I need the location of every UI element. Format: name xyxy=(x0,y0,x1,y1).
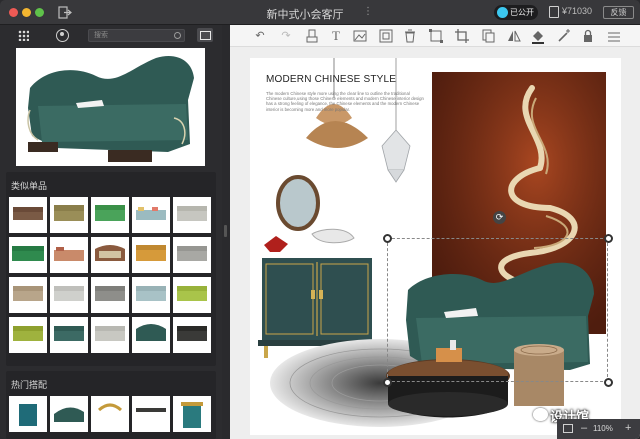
similar-items-panel: 类似单品 xyxy=(6,172,216,366)
product-tile[interactable] xyxy=(132,396,170,432)
trash-icon[interactable] xyxy=(402,28,418,44)
search-placeholder: 搜索 xyxy=(94,32,108,39)
zoom-out-button[interactable]: – xyxy=(581,422,587,434)
selected-item-preview xyxy=(16,48,205,166)
product-tile[interactable] xyxy=(132,317,170,353)
wechat-icon xyxy=(533,408,548,421)
splitter-grip[interactable] xyxy=(224,225,227,237)
feedback-button[interactable]: 反馈 xyxy=(603,6,634,19)
editor-toolbar: ↶ ↷ T xyxy=(230,25,640,47)
transform-icon[interactable] xyxy=(428,28,444,44)
product-tile[interactable] xyxy=(50,277,88,313)
bill-icon[interactable] xyxy=(549,6,559,18)
crop-icon[interactable] xyxy=(454,28,470,44)
image-icon[interactable] xyxy=(352,28,368,44)
product-tile[interactable] xyxy=(50,237,88,273)
public-label: 已公开 xyxy=(510,8,534,17)
zoom-in-button[interactable]: + xyxy=(625,422,631,434)
more-vertical-icon[interactable]: ⋮ xyxy=(363,6,373,17)
app-window: 新中式小会客厅 ⋮ 已公开 ¥71030 反馈 搜索 类似单品 热门搭配 ↶ ↷… xyxy=(0,0,640,439)
product-tile[interactable] xyxy=(9,396,47,432)
moodboard[interactable]: ⟳ MODERN CHINESE STYLE The modern Chines… xyxy=(250,58,621,435)
zoom-window-button[interactable] xyxy=(35,8,44,17)
selection-box[interactable] xyxy=(387,238,608,382)
layer-order-icon[interactable] xyxy=(606,28,622,44)
product-tile[interactable] xyxy=(173,396,211,432)
product-tile[interactable] xyxy=(9,197,47,233)
product-tile[interactable] xyxy=(9,277,47,313)
product-tile[interactable] xyxy=(91,277,129,313)
resize-handle[interactable] xyxy=(604,234,613,243)
design-canvas[interactable]: ⟳ MODERN CHINESE STYLE The modern Chines… xyxy=(230,47,640,439)
magic-wand-icon[interactable] xyxy=(556,28,572,44)
title-bar: 新中式小会客厅 ⋮ 已公开 ¥71030 反馈 xyxy=(0,0,640,25)
product-tile[interactable] xyxy=(50,197,88,233)
fit-screen-icon[interactable] xyxy=(563,424,573,433)
redo-icon[interactable]: ↷ xyxy=(278,28,294,44)
flip-icon[interactable] xyxy=(506,28,522,44)
apps-grid-icon[interactable] xyxy=(18,30,29,41)
product-tile[interactable] xyxy=(50,396,88,432)
zoom-control: – 110% + xyxy=(557,419,640,439)
sidebar-toolbar: 搜索 xyxy=(0,25,222,45)
public-toggle[interactable]: 已公开 xyxy=(494,5,538,20)
product-tile[interactable] xyxy=(173,237,211,273)
search-icon[interactable] xyxy=(174,32,181,39)
replace-image-icon[interactable] xyxy=(378,28,394,44)
product-tile[interactable] xyxy=(91,396,129,432)
user-icon[interactable] xyxy=(56,29,69,42)
sidebar: 搜索 类似单品 热门搭配 xyxy=(0,25,222,439)
exit-icon[interactable] xyxy=(58,6,72,19)
text-icon[interactable]: T xyxy=(328,28,344,44)
product-tile[interactable] xyxy=(132,277,170,313)
resize-handle[interactable] xyxy=(383,234,392,243)
brush-icon[interactable] xyxy=(304,28,320,44)
hot-matches-title: 热门搭配 xyxy=(11,380,48,390)
product-tile[interactable] xyxy=(173,197,211,233)
close-window-button[interactable] xyxy=(9,8,18,17)
product-tile[interactable] xyxy=(132,197,170,233)
similar-items-title: 类似单品 xyxy=(11,181,48,191)
product-tile[interactable] xyxy=(50,317,88,353)
hot-matches-panel: 热门搭配 xyxy=(6,371,216,439)
minimize-window-button[interactable] xyxy=(22,8,31,17)
product-tile[interactable] xyxy=(91,237,129,273)
board-title[interactable]: MODERN CHINESE STYLE xyxy=(266,74,396,85)
product-tile[interactable] xyxy=(9,317,47,353)
product-tile[interactable] xyxy=(173,277,211,313)
layers-icon[interactable] xyxy=(197,28,213,42)
lock-icon[interactable] xyxy=(580,28,596,44)
resize-handle[interactable] xyxy=(383,378,392,387)
total-price[interactable]: ¥71030 xyxy=(562,6,592,16)
product-tile[interactable] xyxy=(173,317,211,353)
product-tile[interactable] xyxy=(91,317,129,353)
search-input[interactable]: 搜索 xyxy=(88,29,185,42)
document-title[interactable]: 新中式小会客厅 xyxy=(250,6,360,22)
product-tile[interactable] xyxy=(132,237,170,273)
board-description[interactable]: The modern Chinese style more using the … xyxy=(266,91,426,112)
panel-splitter[interactable] xyxy=(222,25,230,439)
fill-icon[interactable] xyxy=(530,28,546,44)
copy-icon[interactable] xyxy=(480,28,496,44)
resize-handle[interactable] xyxy=(604,378,613,387)
rotate-handle-icon[interactable]: ⟳ xyxy=(493,211,506,224)
product-tile[interactable] xyxy=(9,237,47,273)
toggle-knob xyxy=(497,7,508,18)
zoom-level[interactable]: 110% xyxy=(593,424,613,433)
product-tile[interactable] xyxy=(91,197,129,233)
undo-icon[interactable]: ↶ xyxy=(252,28,268,44)
